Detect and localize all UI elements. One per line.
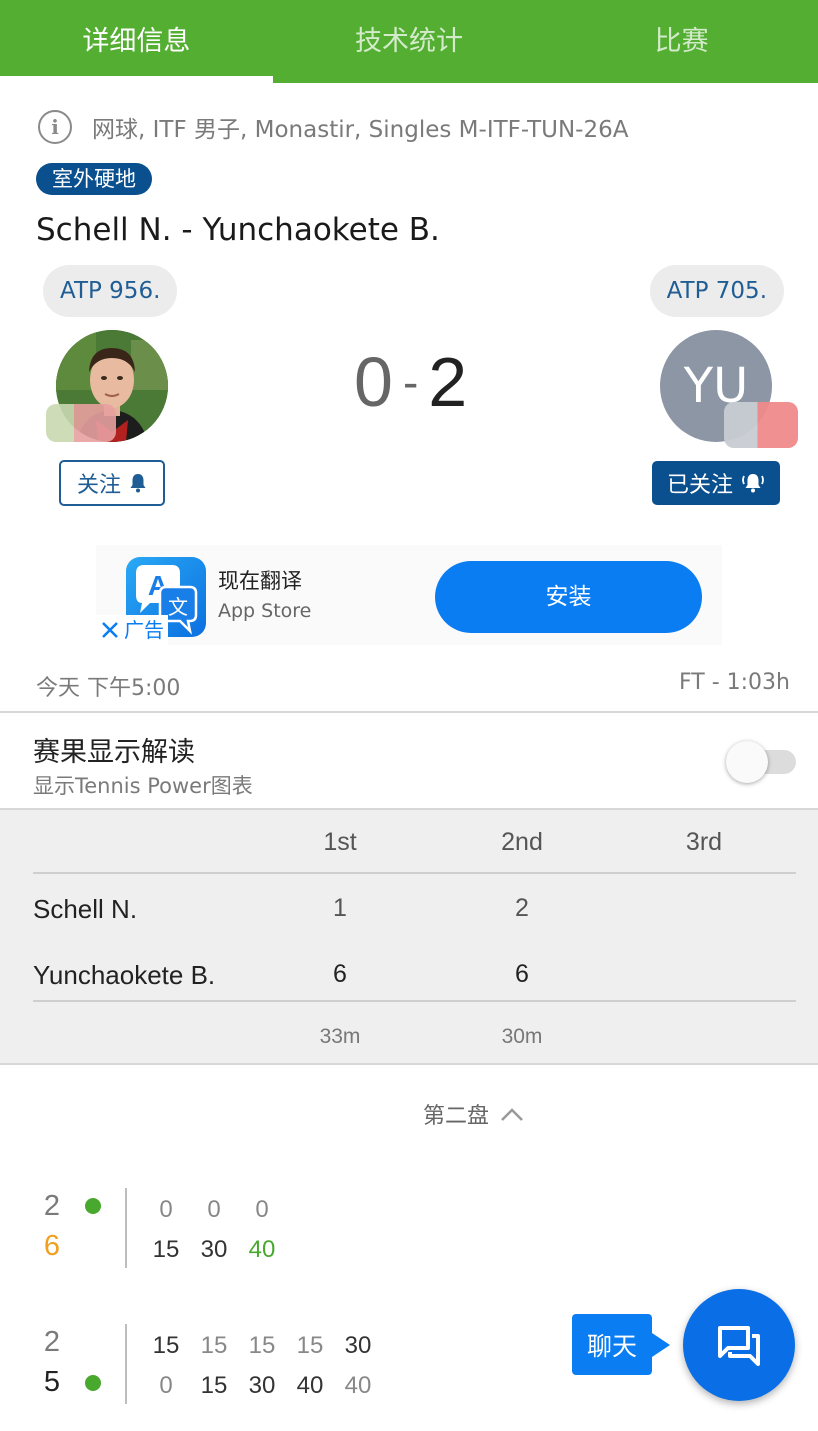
set-selector-label: 第二盘 [423,1104,490,1129]
point: 15 [152,1236,180,1263]
home-score: 0 [354,343,393,421]
point: 30 [200,1236,228,1263]
toggle-title: 赛果显示解读 [33,737,195,768]
home-points: 0 0 0 [142,1196,286,1224]
point: 40 [344,1372,372,1399]
away-flag [724,402,798,448]
serve-indicator [85,1375,101,1391]
ad-subtitle: App Store [218,600,312,622]
table-divider [33,1000,796,1002]
tab-statistics[interactable]: 技术统计 [273,0,546,83]
result-interpretation-toggle-row[interactable]: 赛果显示解读 显示Tennis Power图表 [0,712,818,808]
ad-install-button[interactable]: 安装 [435,561,702,633]
bell-icon [130,474,146,493]
point: 15 [200,1372,228,1399]
tournament-info-row[interactable]: i 网球, ITF 男子, Monastir, Singles M-ITF-TU… [38,110,628,144]
point: 15 [152,1332,180,1359]
point: 15 [296,1332,324,1359]
point: 0 [207,1196,221,1223]
point: 0 [159,1196,173,1223]
set-selector[interactable]: 第二盘 [423,1098,525,1130]
point: 30 [344,1332,372,1359]
match-time-row: 今天 下午5:00 FT - 1:03h [36,670,790,702]
ad-title: 现在翻译 [218,569,302,593]
follow-home-button[interactable]: 关注 [59,460,165,506]
info-icon: i [38,110,72,144]
ad-close-button[interactable]: 广告 [96,615,168,645]
svg-text:文: 文 [168,595,188,619]
away-score: 2 [428,343,468,421]
away-points: 15 30 40 [142,1236,286,1264]
point: 0 [255,1196,269,1223]
point: 30 [248,1372,276,1399]
away-set-1: 6 [333,960,347,988]
surface-badge: 室外硬地 [36,163,152,195]
point: 15 [248,1332,276,1359]
home-games: 2 [43,1190,61,1222]
close-icon [102,622,118,638]
match-title: Schell N. - Yunchaokete B. [36,212,440,248]
switch-knob [726,741,768,783]
home-games: 2 [43,1326,61,1358]
followed-label: 已关注 [666,473,733,498]
serve-indicator [85,1198,101,1214]
table-row-away-name: Yunchaokete B. [33,960,216,990]
game-divider [125,1324,127,1404]
point: 40 [248,1236,276,1263]
ad-label: 广告 [124,618,164,642]
home-set-1: 1 [333,894,347,922]
set-2-duration: 30m [501,1025,543,1048]
chat-button[interactable] [683,1289,795,1401]
chevron-up-icon [501,1108,523,1121]
home-rank-pill[interactable]: ATP 956. [43,265,178,317]
tournament-info-text: 网球, ITF 男子, Monastir, Singles M-ITF-TUN-… [92,117,629,143]
away-set-2: 6 [515,960,529,988]
table-row-home-name: Schell N. [33,894,138,924]
tab-matches[interactable]: 比赛 [545,0,818,83]
table-divider [33,872,796,874]
match-start-time: 今天 下午5:00 [36,676,181,701]
point: 0 [159,1372,173,1399]
match-status: FT - 1:03h [679,670,790,695]
match-score: 0 - 2 [354,342,467,422]
chat-icon [718,1326,760,1366]
game-row: 2 6 0 0 0 15 30 40 [0,1188,818,1270]
followed-away-button[interactable]: 已关注 [652,461,780,505]
point: 40 [296,1372,324,1399]
follow-label: 关注 [76,473,121,498]
ad-banner[interactable]: A 文 现在翻译 App Store 安装 广告 [96,545,722,645]
bell-ringing-icon [742,474,764,493]
set-1-duration: 33m [319,1025,361,1048]
set-header-2: 2nd [501,828,543,856]
top-tab-bar: 详细信息 技术统计 比赛 [0,0,818,83]
home-points: 15 15 15 15 30 [142,1332,382,1360]
away-points: 0 15 30 40 40 [142,1372,382,1400]
score-separator: - [402,356,419,408]
toggle-subtitle: 显示Tennis Power图表 [33,774,253,798]
set-header-3: 3rd [685,828,723,856]
home-set-2: 2 [515,894,529,922]
home-flag [46,404,116,442]
set-score-table: 1st 2nd 3rd Schell N. 1 2 Yunchaokete B.… [0,808,818,1065]
away-games: 6 [43,1230,61,1262]
set-header-1: 1st [323,828,357,856]
tab-details[interactable]: 详细信息 [0,0,273,83]
away-games: 5 [43,1366,61,1398]
game-divider [125,1188,127,1268]
point: 15 [200,1332,228,1359]
away-rank-pill[interactable]: ATP 705. [649,265,784,317]
tennis-power-switch[interactable] [726,741,796,783]
chat-label[interactable]: 聊天 [572,1314,670,1375]
